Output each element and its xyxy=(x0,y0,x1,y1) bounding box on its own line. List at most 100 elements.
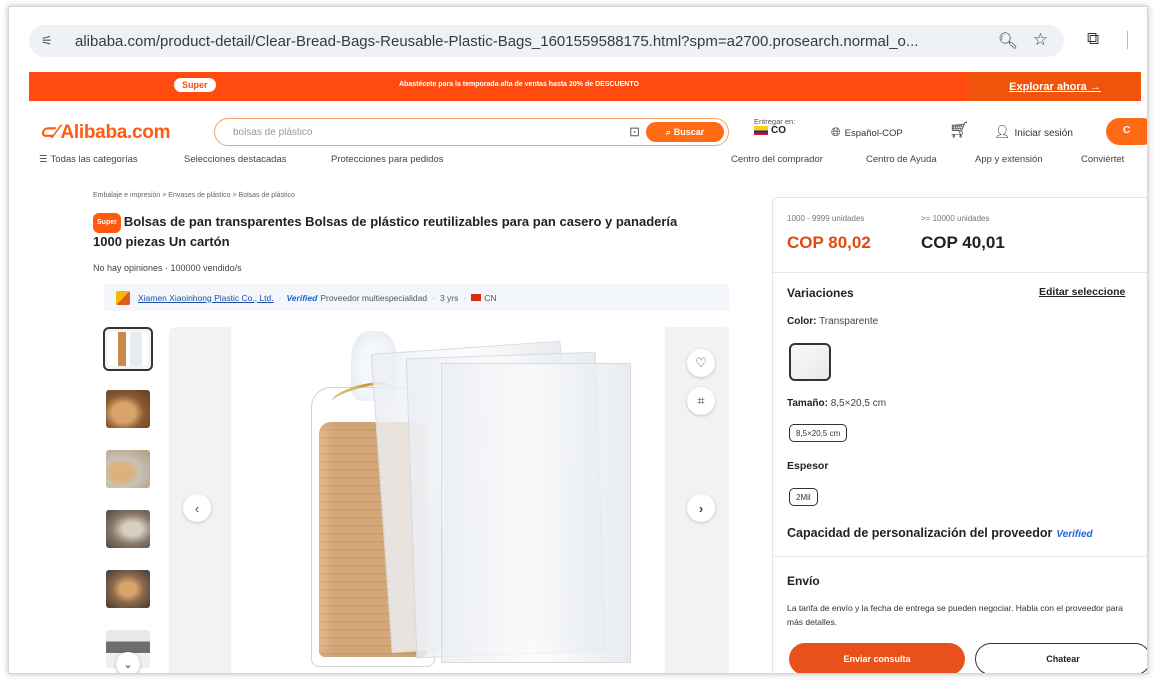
promo-banner[interactable]: Super Abastécete para la temporada alta … xyxy=(29,72,1141,101)
promo-text: Abastécete para la temporada alta de ven… xyxy=(399,81,639,88)
nav-become-supplier[interactable]: Conviértet xyxy=(1081,154,1124,165)
thumbnail-image xyxy=(106,390,150,428)
thumbnail-image xyxy=(106,510,150,548)
tune-icon[interactable]: ⚟ xyxy=(41,33,61,49)
size-label: Tamaño: xyxy=(787,398,828,409)
send-inquiry-button[interactable]: Enviar consulta xyxy=(789,643,965,673)
separator-dot: · xyxy=(278,292,282,303)
stacked-bag xyxy=(441,363,631,663)
tier-2-price: COP 40,01 xyxy=(921,233,1005,252)
breadcrumb[interactable]: Embalaje e impresión > Envases de plásti… xyxy=(93,192,295,199)
color-option: Color: Transparente xyxy=(787,316,878,327)
search-bar[interactable]: bolsas de plástico ⊡ ⌕ Buscar xyxy=(214,118,729,146)
supplier-bar: Xiamen Xiaoinhong Plastic Co., Ltd. · Ve… xyxy=(104,284,729,311)
thumbnail-image xyxy=(106,570,150,608)
search-button-label: Buscar xyxy=(673,127,705,137)
star-icon[interactable]: ☆ xyxy=(1033,30,1048,50)
edit-selection-link[interactable]: Editar seleccione xyxy=(1039,286,1125,298)
thumbnail-4[interactable] xyxy=(103,507,153,551)
url-text[interactable]: alibaba.com/product-detail/Clear-Bread-B… xyxy=(75,33,975,50)
thumbnail-image xyxy=(106,450,150,488)
separator-dot: · xyxy=(432,292,435,303)
language-selector[interactable]: 🌐︎ Español-COP xyxy=(831,125,903,140)
url-bar[interactable]: ⚟ alibaba.com/product-detail/Clear-Bread… xyxy=(29,25,1064,57)
thumbnail-1[interactable] xyxy=(103,327,153,371)
super-badge: Super xyxy=(93,213,121,233)
language-label: Español-COP xyxy=(844,128,903,139)
zoom-icon[interactable]: 🔍︎ xyxy=(998,31,1018,51)
thumbnail-3[interactable] xyxy=(103,447,153,491)
deliver-country: CO xyxy=(771,125,786,136)
nav-all-categories-label: Todas las categorías xyxy=(50,154,138,165)
address-bar-area: ⚟ alibaba.com/product-detail/Clear-Bread… xyxy=(9,7,1147,69)
verified-badge: Verified xyxy=(1056,529,1093,540)
color-label: Color: xyxy=(787,316,817,327)
toolbar-divider xyxy=(1127,31,1128,49)
size-option: Tamaño: 8,5×20,5 cm xyxy=(787,398,886,409)
customization-capability[interactable]: Capacidad de personalización del proveed… xyxy=(787,526,1093,540)
thumbnail-image xyxy=(108,332,148,366)
product-title: Super Bolsas de pan transparentes Bolsas … xyxy=(93,213,693,251)
explore-now-link[interactable]: Explorar ahora → xyxy=(969,72,1141,101)
signup-button[interactable]: C xyxy=(1106,118,1147,145)
search-icon: ⌕ xyxy=(665,126,671,137)
user-icon: 👤︎ xyxy=(994,124,1011,139)
china-flag-icon xyxy=(471,294,482,301)
chat-button[interactable]: Chatear xyxy=(975,643,1147,673)
image-canvas xyxy=(231,327,665,673)
nav-order-protection[interactable]: Protecciones para pedidos xyxy=(331,154,444,165)
search-button[interactable]: ⌕ Buscar xyxy=(646,122,724,142)
promo-badge: Super xyxy=(174,78,216,92)
thickness-label: Espesor xyxy=(787,460,829,472)
deliver-to[interactable]: Entregar en: CO xyxy=(754,117,795,136)
supplier-type: Proveedor multiespecialidad xyxy=(320,292,428,303)
globe-icon: 🌐︎ xyxy=(831,125,841,139)
browser-window: ⚟ alibaba.com/product-detail/Clear-Bread… xyxy=(8,6,1148,674)
camera-icon[interactable]: ⊡ xyxy=(629,124,640,140)
logo-text: Alibaba.com xyxy=(60,122,171,143)
thumbnail-5[interactable] xyxy=(103,567,153,611)
supplier-name-link[interactable]: Xiamen Xiaoinhong Plastic Co., Ltd. xyxy=(138,293,274,303)
nav-featured[interactable]: Selecciones destacadas xyxy=(184,154,286,165)
color-value: Transparente xyxy=(819,316,879,327)
supplier-years: 3 yrs xyxy=(439,292,459,303)
nav-buyer-center[interactable]: Centro del comprador xyxy=(731,154,823,165)
puzzle-icon[interactable]: ⧉ xyxy=(1087,29,1099,49)
login-link[interactable]: 👤︎ Iniciar sesión xyxy=(994,124,1073,140)
login-label: Iniciar sesión xyxy=(1014,128,1073,139)
chevron-left-icon[interactable]: ‹ xyxy=(183,494,211,522)
verified-badge: Verified xyxy=(286,292,318,303)
heart-icon[interactable]: ♡ xyxy=(687,349,715,377)
divider xyxy=(773,556,1147,557)
image-search-icon[interactable]: ⌗ xyxy=(687,387,715,415)
divider xyxy=(773,272,1147,273)
thickness-chip[interactable]: 2Mil xyxy=(789,488,818,506)
chevron-down-icon[interactable]: ⌄ xyxy=(116,652,140,673)
tier-2-range: >= 10000 unidades xyxy=(921,214,990,223)
logo-mark-icon: ⊂⁄ xyxy=(39,122,58,143)
chevron-right-icon[interactable]: › xyxy=(687,494,715,522)
cart-icon[interactable]: 🛒︎ xyxy=(949,120,969,140)
thumbnail-2[interactable] xyxy=(103,387,153,431)
supplier-logo xyxy=(116,290,130,305)
colombia-flag-icon xyxy=(754,126,768,135)
search-input[interactable]: bolsas de plástico xyxy=(233,127,313,138)
tier-1-price: COP 80,02 xyxy=(787,233,871,252)
nav-all-categories[interactable]: ☰ Todas las categorías xyxy=(39,154,138,165)
tier-1-range: 1000 - 9999 unidades xyxy=(787,214,865,223)
product-title-text: Bolsas de pan transparentes Bolsas de pl… xyxy=(93,214,678,249)
purchase-panel: 1000 - 9999 unidades >= 10000 unidades C… xyxy=(772,197,1147,673)
separator-dot: · xyxy=(463,292,467,303)
main-product-image[interactable]: ‹ › ♡ ⌗ xyxy=(169,327,729,673)
shipping-title: Envío xyxy=(787,574,820,588)
shipping-text: La tarifa de envío y la fecha de entrega… xyxy=(787,603,1123,627)
menu-icon: ☰ xyxy=(39,154,48,165)
nav-app-extension[interactable]: App y extensión xyxy=(975,154,1043,165)
size-chip[interactable]: 8,5×20,5 cm xyxy=(789,424,848,442)
variations-title: Variaciones xyxy=(787,286,854,300)
nav-help-center[interactable]: Centro de Ayuda xyxy=(866,154,937,165)
alibaba-logo[interactable]: ⊂⁄ Alibaba.com xyxy=(39,121,170,144)
supplier-country: CN xyxy=(484,292,497,303)
color-swatch-transparent[interactable] xyxy=(789,343,831,381)
customization-text: Capacidad de personalización del proveed… xyxy=(787,526,1053,540)
